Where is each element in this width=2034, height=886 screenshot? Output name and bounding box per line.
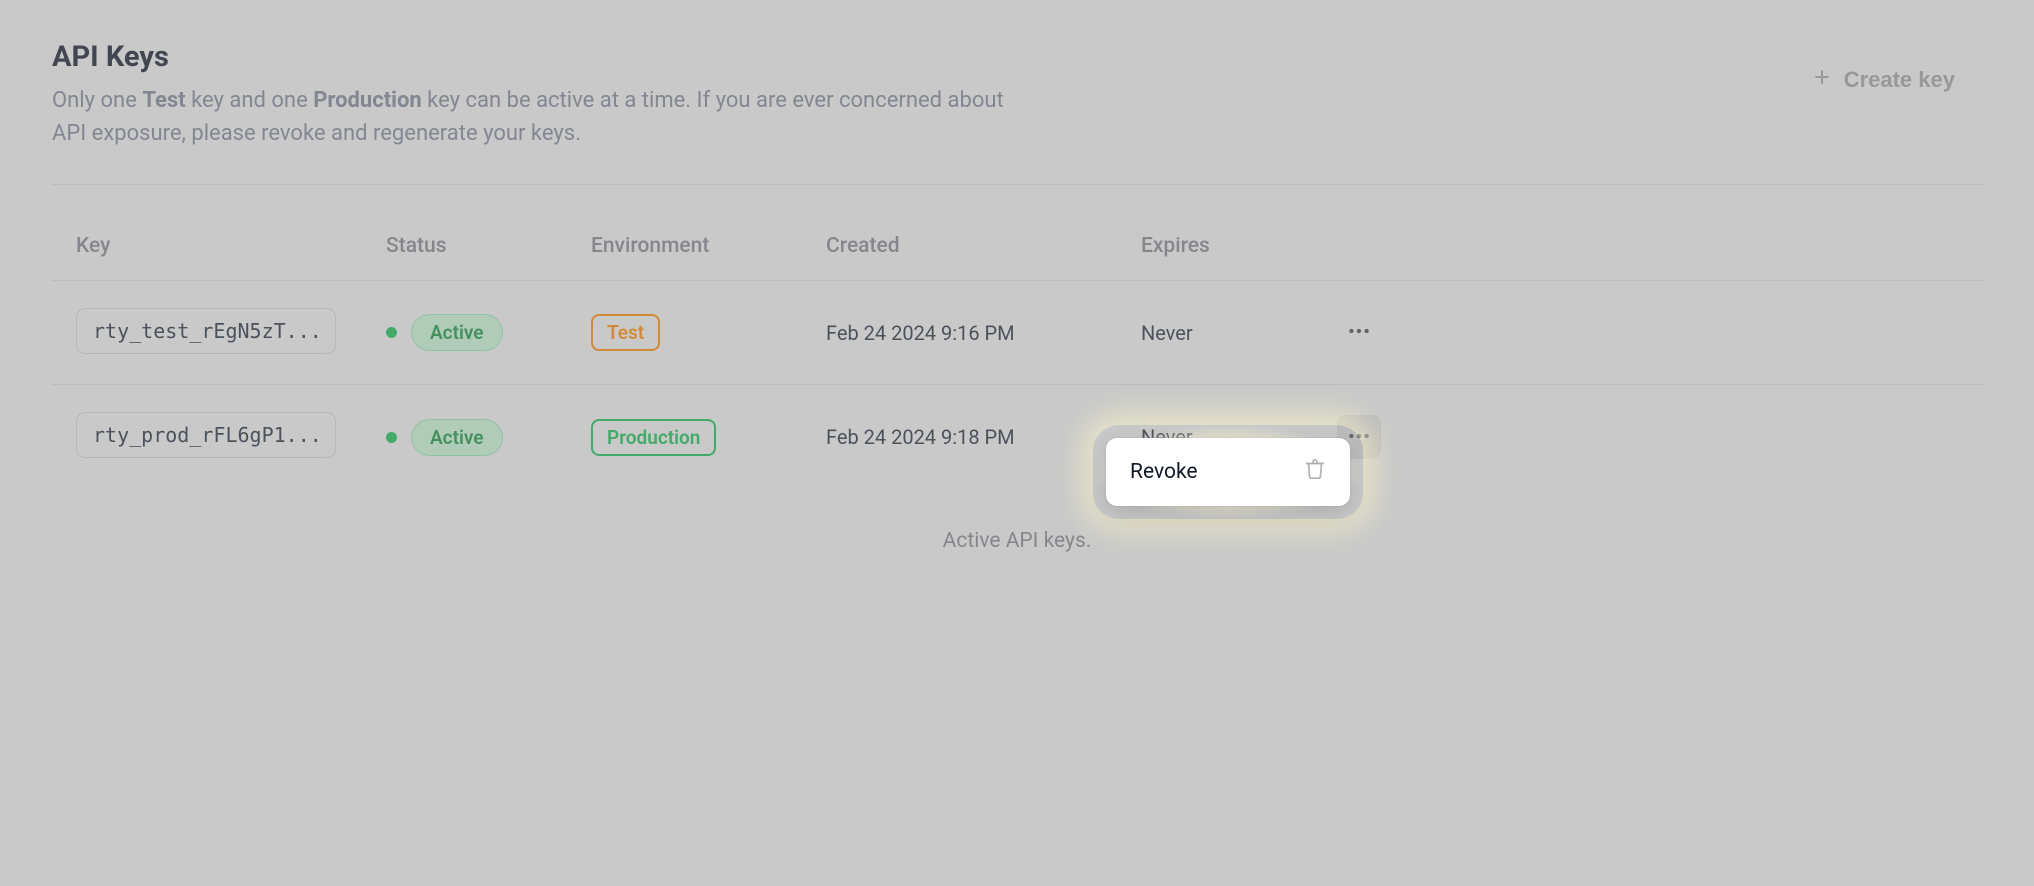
key-chip[interactable]: rty_prod_rFL6gP1...	[76, 412, 336, 458]
menu-item-label: Revoke	[1130, 460, 1198, 484]
create-key-label: Create key	[1844, 67, 1955, 93]
actions-cell	[1311, 311, 1381, 355]
table-header-row: Key Status Environment Created Expires	[52, 211, 1982, 281]
subtitle-bold-production: Production	[313, 88, 422, 113]
status-cell: Active	[386, 314, 591, 351]
status-badge: Active	[411, 419, 503, 456]
menu-item-revoke[interactable]: Revoke	[1112, 444, 1344, 500]
page-subtitle: Only one Test key and one Production key…	[52, 84, 1012, 150]
plus-icon	[1812, 67, 1832, 93]
environment-badge-test: Test	[591, 314, 660, 351]
subtitle-part: key and one	[186, 88, 314, 113]
create-key-button[interactable]: Create key	[1785, 52, 1982, 108]
status-dot-icon	[386, 327, 397, 338]
row-actions-menu-wrap: Revoke	[1093, 425, 1363, 519]
api-keys-table: Key Status Environment Created Expires r…	[52, 211, 1982, 489]
expires-cell: Never	[1141, 321, 1311, 345]
environment-badge-production: Production	[591, 419, 716, 456]
col-header-expires: Expires	[1141, 234, 1311, 258]
table-row: rty_test_rEgN5zT... Active Test Feb 24 2…	[52, 281, 1982, 385]
page-title: API Keys	[52, 40, 1012, 74]
col-header-key: Key	[76, 234, 386, 258]
key-chip[interactable]: rty_test_rEgN5zT...	[76, 308, 336, 354]
created-cell: Feb 24 2024 9:16 PM	[826, 321, 1141, 345]
subtitle-part: Only one	[52, 88, 142, 113]
status-dot-icon	[386, 432, 397, 443]
subtitle-bold-test: Test	[142, 88, 185, 113]
status-badge: Active	[411, 314, 503, 351]
table-footer-caption: Active API keys.	[52, 529, 1982, 553]
key-cell: rty_prod_rFL6gP1...	[76, 412, 386, 462]
key-cell: rty_test_rEgN5zT...	[76, 308, 386, 358]
api-keys-page: API Keys Only one Test key and one Produ…	[0, 0, 2034, 613]
trash-icon	[1304, 458, 1326, 486]
table-row: rty_prod_rFL6gP1... Active Production Fe…	[52, 385, 1982, 489]
ellipsis-icon	[1346, 318, 1372, 347]
environment-cell: Production	[591, 419, 826, 456]
highlight-halo: Revoke	[1093, 425, 1363, 519]
row-actions-menu: Revoke	[1106, 438, 1350, 506]
row-actions-button[interactable]	[1337, 311, 1381, 355]
col-header-created: Created	[826, 234, 1141, 258]
col-header-environment: Environment	[591, 234, 826, 258]
header-text: API Keys Only one Test key and one Produ…	[52, 40, 1012, 150]
col-header-status: Status	[386, 234, 591, 258]
status-cell: Active	[386, 419, 591, 456]
environment-cell: Test	[591, 314, 826, 351]
page-header: API Keys Only one Test key and one Produ…	[52, 40, 1982, 185]
